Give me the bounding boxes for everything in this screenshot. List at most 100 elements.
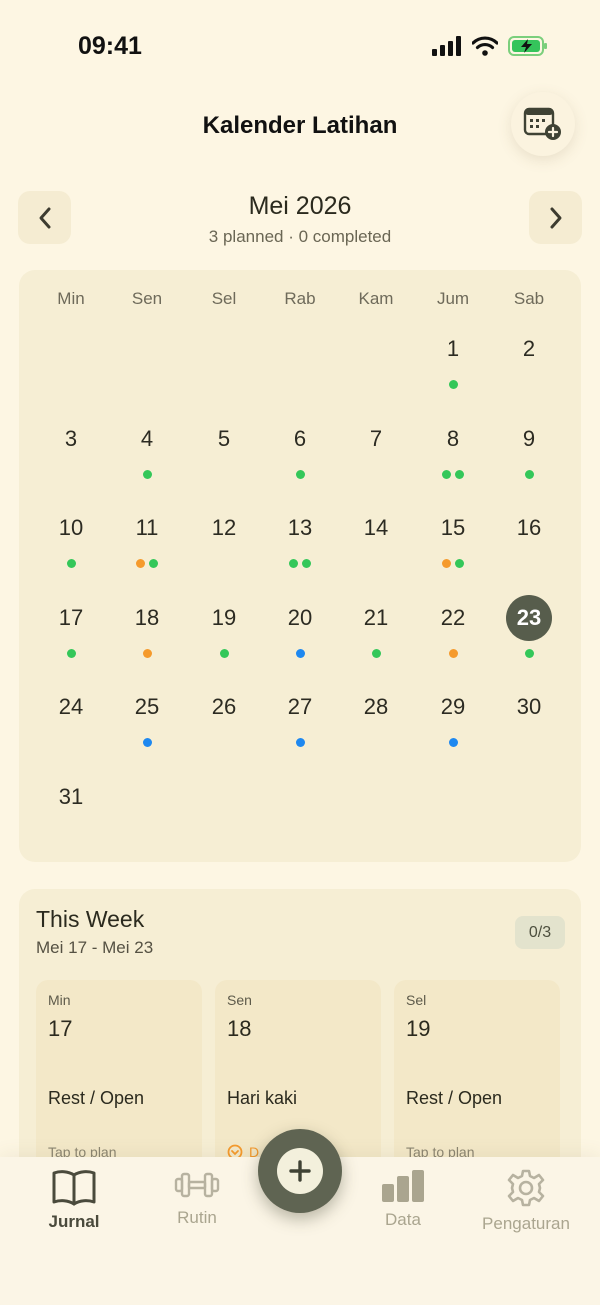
add-plan-button[interactable] (511, 92, 575, 156)
workout-marker-dot-green (66, 559, 76, 568)
workout-markers (265, 649, 335, 658)
calendar-day[interactable]: 7 (341, 419, 411, 459)
calendar-day[interactable]: 26 (189, 687, 259, 727)
add-workout-inner (277, 1148, 323, 1194)
workout-marker-dot-green (295, 470, 305, 479)
workout-markers (494, 470, 564, 479)
workout-marker-dot-green (289, 559, 298, 568)
workout-marker-dot-green (149, 559, 158, 568)
signal-icon (432, 36, 461, 56)
calendar-day[interactable]: 2 (494, 329, 564, 369)
workout-markers (189, 649, 259, 658)
weekday-header: Min (57, 289, 85, 308)
week-progress-badge: 0/3 (515, 916, 565, 949)
workout-marker-dot-blue (295, 649, 305, 658)
weekday-header: Jum (436, 289, 470, 308)
workout-marker-dot-green (455, 470, 464, 479)
calendar-day[interactable]: 20 (265, 598, 335, 638)
calendar-day[interactable]: 4 (112, 419, 182, 459)
tab-pengaturan[interactable]: Pengaturan (466, 1168, 586, 1234)
workout-markers (418, 559, 488, 568)
plus-icon (289, 1160, 311, 1182)
tab-label: Data (385, 1210, 421, 1229)
next-month-button[interactable] (529, 191, 582, 244)
calendar-day[interactable]: 30 (494, 687, 564, 727)
page-title: Kalender Latihan (202, 112, 398, 139)
tab-jurnal[interactable]: Jurnal (14, 1168, 134, 1232)
week-day-card[interactable]: Sel 19 Rest / Open Tap to plan (394, 980, 560, 1180)
workout-marker-dot-green (524, 470, 534, 479)
weekday-header: Sel (211, 289, 237, 308)
tab-rutin[interactable]: Rutin (137, 1168, 257, 1228)
calendar-day[interactable]: 15 (418, 508, 488, 548)
workout-markers (418, 649, 488, 658)
calendar-day[interactable]: 8 (418, 419, 488, 459)
workout-markers (494, 649, 564, 658)
calendar-day[interactable]: 11 (112, 508, 182, 548)
calendar-day[interactable]: 6 (265, 419, 335, 459)
book-icon (52, 1170, 96, 1206)
workout-marker-dot-orange (448, 649, 458, 658)
week-day-plan: Rest / Open (406, 1088, 503, 1108)
calendar-day[interactable]: 9 (494, 419, 564, 459)
battery-charging-icon (508, 36, 547, 56)
calendar-day[interactable]: 17 (36, 598, 106, 638)
workout-markers (112, 470, 182, 479)
calendar-day[interactable]: 28 (341, 687, 411, 727)
calendar-day[interactable]: 10 (36, 508, 106, 548)
calendar-day[interactable]: 19 (189, 598, 259, 638)
week-day-plan: Rest / Open (48, 1088, 145, 1108)
calendar-day-selected[interactable]: 23 (506, 595, 552, 641)
add-workout-button[interactable] (258, 1129, 342, 1213)
calendar-day[interactable]: 1 (418, 329, 488, 369)
calendar-day[interactable]: 5 (189, 419, 259, 459)
workout-marker-dot-blue (448, 738, 458, 747)
calendar-day[interactable]: 18 (112, 598, 182, 638)
calendar-day[interactable]: 12 (189, 508, 259, 548)
status-icons (432, 36, 548, 56)
calendar-day[interactable]: 13 (265, 508, 335, 548)
week-day-date: 17 (48, 1016, 73, 1041)
gear-icon (507, 1169, 545, 1207)
workout-marker-dot-green (448, 380, 458, 389)
week-day-label: Min (48, 992, 71, 1008)
status-time: 09:41 (78, 32, 142, 60)
weekday-header: Sab (513, 289, 545, 308)
calendar-day[interactable]: 16 (494, 508, 564, 548)
calendar-day[interactable]: 14 (341, 508, 411, 548)
calendar-day[interactable]: 22 (418, 598, 488, 638)
tab-data[interactable]: Data (343, 1168, 463, 1230)
week-range: Mei 17 - Mei 23 (36, 938, 154, 957)
calendar-day[interactable]: 27 (265, 687, 335, 727)
week-title: This Week (36, 906, 145, 932)
workout-markers (265, 470, 335, 479)
month-title: Mei 2026 (248, 192, 352, 220)
tab-label: Jurnal (48, 1212, 100, 1231)
workout-markers (112, 649, 182, 658)
calendar-day[interactable]: 25 (112, 687, 182, 727)
week-day-card[interactable]: Min 17 Rest / Open Tap to plan (36, 980, 202, 1180)
workout-marker-dot-orange (442, 559, 451, 568)
weekday-header: Rab (284, 289, 316, 308)
workout-marker-dot-green (455, 559, 464, 568)
week-day-plan: Hari kaki (227, 1088, 298, 1108)
calendar-day[interactable]: 31 (36, 777, 106, 817)
weekday-header: Sen (131, 289, 163, 308)
workout-markers (341, 649, 411, 658)
workout-marker-dot-orange (136, 559, 145, 568)
workout-markers (418, 738, 488, 747)
workout-marker-dot-green (302, 559, 311, 568)
month-summary: 3 planned · 0 completed (208, 227, 392, 246)
workout-marker-dot-green (524, 649, 534, 658)
workout-marker-dot-green (142, 470, 152, 479)
chevron-right-icon (550, 207, 561, 228)
workout-markers (112, 559, 182, 568)
calendar-day[interactable]: 21 (341, 598, 411, 638)
calendar-day[interactable]: 3 (36, 419, 106, 459)
weekday-header: Kam (358, 289, 394, 308)
workout-markers (36, 649, 106, 658)
calendar-day[interactable]: 24 (36, 687, 106, 727)
calendar-day[interactable]: 29 (418, 687, 488, 727)
workout-marker-dot-green (66, 649, 76, 658)
workout-marker-dot-blue (295, 738, 305, 747)
